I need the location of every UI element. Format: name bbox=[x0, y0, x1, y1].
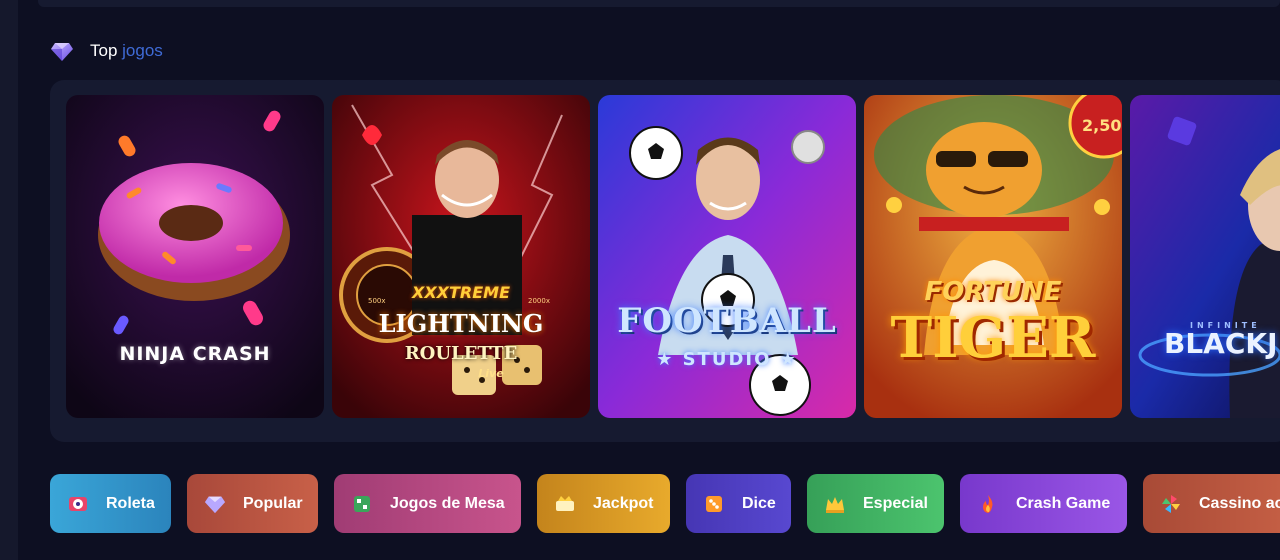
crown-icon bbox=[823, 492, 847, 516]
category-bar: Roleta Popular Jogos de Mesa Jackpot Dic… bbox=[50, 474, 1280, 533]
game-title-line3: ROULETTE bbox=[404, 343, 518, 364]
game-title-line2: ★ STUDIO ★ bbox=[656, 349, 798, 370]
category-label: Roleta bbox=[106, 494, 155, 512]
section-header: Top jogos bbox=[50, 38, 163, 64]
game-card-lightning-roulette[interactable]: 500x 2000x XXXTREME LIGHTNING ROULETTE L… bbox=[332, 95, 590, 418]
pinwheel-icon bbox=[1159, 492, 1183, 516]
game-title-line2: BLACKJ bbox=[1164, 327, 1278, 360]
category-label: Crash Game bbox=[1016, 494, 1111, 512]
ninja-crash-artwork bbox=[66, 95, 324, 418]
category-label: Cassino ao vivo bbox=[1199, 494, 1280, 512]
top-bar bbox=[38, 0, 1280, 7]
section-title-accent: jogos bbox=[122, 41, 163, 60]
game-title-line1: FOOTBALL bbox=[617, 301, 837, 341]
category-popular[interactable]: Popular bbox=[187, 474, 318, 533]
category-label: Jackpot bbox=[593, 494, 654, 512]
diamond-icon bbox=[51, 43, 73, 61]
dice-icon bbox=[702, 492, 726, 516]
diamond-icon bbox=[203, 492, 227, 516]
game-title-line1: XXXTREME bbox=[411, 283, 511, 302]
category-label: Jogos de Mesa bbox=[390, 494, 505, 512]
game-title-line2: LIGHTNING bbox=[378, 309, 544, 338]
jackpot-icon bbox=[553, 492, 577, 516]
left-rail bbox=[0, 0, 18, 560]
games-carousel: NINJA CRASH 500x 2000x XXXTREME LIGHTNIN… bbox=[50, 80, 1280, 442]
game-title-ninja-crash: NINJA CRASH bbox=[119, 343, 271, 365]
game-card-fortune-tiger[interactable]: 2,50 FORTUNE TIGER bbox=[864, 95, 1122, 418]
game-title-line1: FORTUNE bbox=[924, 277, 1062, 307]
category-cassino-ao-vivo[interactable]: Cassino ao vivo bbox=[1143, 474, 1280, 533]
section-title: Top jogos bbox=[90, 41, 163, 61]
roulette-icon bbox=[66, 492, 90, 516]
game-title-line4: Live bbox=[478, 367, 504, 380]
section-title-main: Top bbox=[90, 41, 118, 60]
category-label: Dice bbox=[742, 494, 776, 512]
category-label: Popular bbox=[243, 494, 303, 512]
category-especial[interactable]: Especial bbox=[807, 474, 944, 533]
category-roleta[interactable]: Roleta bbox=[50, 474, 171, 533]
category-jogos-de-mesa[interactable]: Jogos de Mesa bbox=[334, 474, 521, 533]
category-label: Especial bbox=[863, 494, 928, 512]
category-jackpot[interactable]: Jackpot bbox=[537, 474, 670, 533]
table-games-icon bbox=[350, 492, 374, 516]
game-card-infinite-blackjack[interactable]: INFINITE BLACKJ bbox=[1130, 95, 1280, 418]
game-card-ninja-crash[interactable]: NINJA CRASH bbox=[66, 95, 324, 418]
fire-icon bbox=[976, 492, 1000, 516]
game-card-football-studio[interactable]: FOOTBALL ★ STUDIO ★ bbox=[598, 95, 856, 418]
svg-text:2,50: 2,50 bbox=[1082, 116, 1121, 135]
game-title-line2: TIGER bbox=[890, 305, 1096, 371]
category-crash-game[interactable]: Crash Game bbox=[960, 474, 1127, 533]
category-dice[interactable]: Dice bbox=[686, 474, 791, 533]
infinite-blackjack-artwork bbox=[1130, 95, 1280, 418]
